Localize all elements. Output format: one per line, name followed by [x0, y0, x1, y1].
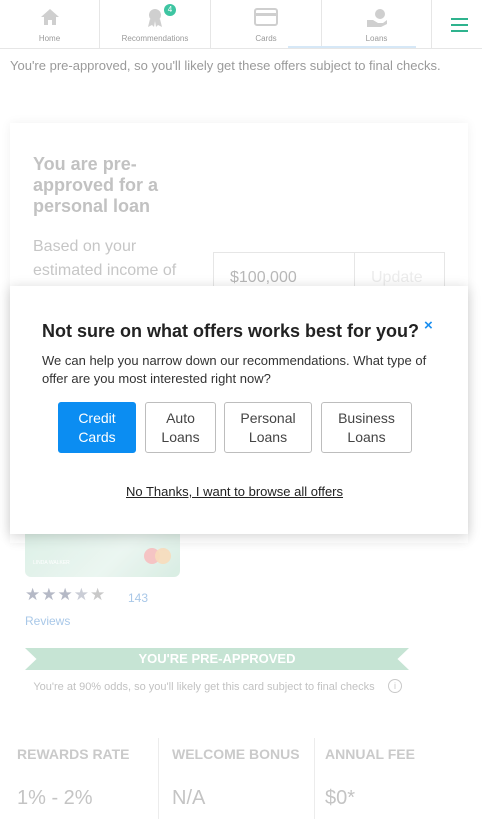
award-icon — [146, 8, 164, 33]
nav-label-loans: Loans — [365, 34, 388, 43]
top-nav: Home 4 Recommendations Cards Loans — [0, 0, 482, 49]
income-text: Based on your estimated income of — [33, 238, 177, 279]
stat-welcome-bonus: WELCOME BONUS N/A — [158, 738, 315, 819]
loan-hand-icon — [366, 8, 388, 33]
modal-description: We can help you narrow down our recommen… — [42, 353, 427, 386]
stat-label: ANNUAL FEE — [325, 746, 415, 762]
nav-item-cards[interactable]: Cards — [211, 0, 322, 49]
reviews-link[interactable]: Reviews — [25, 614, 70, 628]
mastercard-logo-icon — [144, 548, 174, 568]
recommendations-badge: 4 — [164, 4, 176, 16]
stat-value: $0* — [325, 787, 356, 809]
nav-item-recommendations[interactable]: 4 Recommendations — [100, 0, 211, 49]
nav-active-indicator — [288, 46, 416, 48]
review-count[interactable]: 143 — [128, 591, 148, 605]
close-icon[interactable]: × — [424, 317, 433, 334]
star-icon: ★ — [41, 585, 58, 604]
stat-label: WELCOME BONUS — [172, 746, 300, 762]
star-icon: ★ — [57, 585, 74, 604]
info-icon[interactable]: i — [388, 679, 402, 693]
nav-item-loans[interactable]: Loans — [322, 0, 432, 49]
stat-value: N/A — [172, 787, 206, 809]
modal-title: Not sure on what offers works best for y… — [42, 321, 420, 341]
odds-text: You're at 90% odds, so you'll likely get… — [33, 681, 375, 693]
offer-type-modal: Not sure on what offers works best for y… — [10, 286, 468, 534]
pre-approved-text: You're pre-approved, so you'll likely ge… — [10, 58, 441, 73]
stat-label: REWARDS RATE — [17, 746, 130, 762]
browse-all-offers-link[interactable]: No Thanks, I want to browse all offers — [126, 484, 343, 499]
option-business-loans-button[interactable]: Business Loans — [321, 402, 412, 453]
hamburger-menu-icon[interactable] — [436, 0, 482, 49]
nav-label-recommendations: Recommendations — [121, 34, 189, 43]
credit-card-icon — [254, 8, 278, 31]
option-auto-loans-button[interactable]: Auto Loans — [145, 402, 216, 453]
half-star-icon: ★ — [73, 585, 90, 604]
stat-rewards-rate: REWARDS RATE 1% - 2% — [17, 738, 157, 819]
option-personal-loans-button[interactable]: Personal Loans — [224, 402, 312, 453]
stat-value: 1% - 2% — [17, 787, 93, 809]
loan-offer-title: You are pre-approved for a personal loan — [33, 154, 159, 216]
home-icon — [40, 8, 60, 31]
cardholder-name: LINDA WALKER — [33, 560, 70, 566]
card-stats: REWARDS RATE 1% - 2% WELCOME BONUS N/A A… — [0, 738, 482, 819]
star-icon: ★ — [90, 585, 107, 604]
option-credit-cards-button[interactable]: Credit Cards — [58, 402, 136, 453]
nav-label-cards: Cards — [255, 34, 277, 43]
star-icon: ★ — [25, 585, 42, 604]
rating-stars: ★★★★★ — [25, 585, 106, 605]
pre-approved-ribbon: YOU'RE PRE-APPROVED — [25, 648, 409, 670]
nav-item-home[interactable]: Home — [0, 0, 100, 49]
stat-annual-fee: ANNUAL FEE $0* — [325, 738, 475, 819]
nav-label-home: Home — [38, 34, 61, 43]
